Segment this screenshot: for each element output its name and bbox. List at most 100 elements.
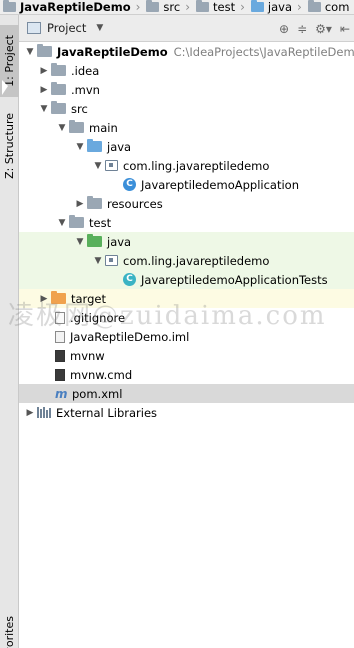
breadcrumb-item-com[interactable]: com — [305, 0, 352, 14]
chevron-down-icon[interactable]: ▼ — [96, 23, 103, 33]
chevron-right-icon[interactable]: ▶ — [37, 85, 51, 95]
tree-node-application-class[interactable]: C JavareptiledemoApplication — [19, 175, 354, 194]
chevron-down-icon[interactable]: ▼ — [73, 237, 87, 247]
folder-icon — [69, 120, 84, 133]
tree-node-label: target — [71, 291, 106, 306]
tree-node-mvn[interactable]: ▶ .mvn — [19, 80, 354, 99]
project-panel-header: Project ▼ ⊕ ≑ ⚙▾ ⇤ — [19, 15, 354, 42]
chevron-right-icon: › — [240, 0, 245, 14]
tree-node-label: .gitignore — [70, 310, 126, 325]
chevron-down-icon[interactable]: ▼ — [73, 142, 87, 152]
tree-node-label: test — [89, 215, 112, 230]
module-folder-icon — [37, 44, 52, 57]
tree-node-src[interactable]: ▼ src — [19, 99, 354, 118]
hide-icon[interactable]: ⇤ — [340, 22, 350, 36]
tree-node-label: .idea — [71, 63, 100, 78]
tree-node-label: External Libraries — [56, 405, 158, 420]
tree-node-resources[interactable]: ▶ resources — [19, 194, 354, 213]
breadcrumb: JavaReptileDemo › src › test › java › co… — [0, 0, 354, 15]
chevron-right-icon: › — [135, 0, 141, 14]
tree-node-external-libraries[interactable]: ▶ External Libraries — [19, 403, 354, 422]
tree-node-gitignore[interactable]: .gitignore — [19, 308, 354, 327]
tree-node-main-java[interactable]: ▼ java — [19, 137, 354, 156]
source-folder-icon — [87, 139, 102, 152]
gear-icon[interactable]: ⚙▾ — [315, 22, 332, 36]
folder-icon — [51, 101, 66, 114]
breadcrumb-item-project[interactable]: JavaReptileDemo — [0, 0, 133, 14]
tree-node-label: mvnw — [70, 348, 105, 363]
folder-icon — [146, 0, 160, 12]
panel-title[interactable]: Project — [47, 21, 86, 35]
tree-node-label: .mvn — [71, 82, 100, 97]
tree-node-mvnw[interactable]: mvnw — [19, 346, 354, 365]
chevron-down-icon[interactable]: ▼ — [23, 47, 37, 57]
folder-icon — [51, 63, 66, 76]
test-folder-icon — [87, 234, 102, 247]
tree-node-label: resources — [107, 196, 163, 211]
chevron-right-icon[interactable]: ▶ — [37, 294, 51, 304]
script-file-icon — [55, 349, 65, 362]
breadcrumb-item-src[interactable]: src — [143, 0, 182, 14]
collapse-icon[interactable]: ≑ — [297, 22, 307, 36]
breadcrumb-item-java[interactable]: java — [248, 0, 294, 14]
structure-tool-button[interactable]: Z: Structure — [0, 103, 19, 189]
project-tree: ▼ JavaReptileDemo C:\IdeaProjects\JavaRe… — [19, 42, 354, 422]
project-view-icon — [27, 22, 41, 34]
tree-node-pom[interactable]: m pom.xml — [19, 384, 354, 403]
breadcrumb-item-test[interactable]: test — [193, 0, 237, 14]
tree-node-test-package[interactable]: ▼ com.ling.javareptiledemo — [19, 251, 354, 270]
chevron-down-icon[interactable]: ▼ — [37, 104, 51, 114]
chevron-right-icon[interactable]: ▶ — [37, 66, 51, 76]
tree-node-label: java — [107, 139, 132, 154]
structure-tool-label: Z: Structure — [3, 113, 16, 179]
tree-node-label: main — [89, 120, 118, 135]
tree-node-main[interactable]: ▼ main — [19, 118, 354, 137]
favorites-tool-label: avorites — [3, 615, 16, 648]
package-icon — [105, 255, 118, 266]
tree-node-test[interactable]: ▼ test — [19, 213, 354, 232]
tree-node-idea[interactable]: ▶ .idea — [19, 61, 354, 80]
tree-node-path: C:\IdeaProjects\JavaReptileDemo — [173, 44, 354, 59]
breadcrumb-label: JavaReptileDemo — [20, 0, 131, 14]
tree-node-project-root[interactable]: ▼ JavaReptileDemo C:\IdeaProjects\JavaRe… — [19, 42, 354, 61]
iml-file-icon — [55, 330, 65, 343]
tree-node-label: mvnw.cmd — [70, 367, 133, 382]
chevron-down-icon[interactable]: ▼ — [91, 161, 105, 171]
chevron-down-icon[interactable]: ▼ — [91, 256, 105, 266]
tree-node-label: JavareptiledemoApplicationTests — [141, 272, 328, 287]
chevron-right-icon: › — [185, 0, 191, 14]
tool-window-stripe: 1: Project Z: Structure avorites — [0, 15, 19, 648]
package-icon — [307, 0, 321, 12]
tree-node-target[interactable]: ▶ target — [19, 289, 354, 308]
tree-node-test-java[interactable]: ▼ java — [19, 232, 354, 251]
tree-node-main-package[interactable]: ▼ com.ling.javareptiledemo — [19, 156, 354, 175]
tree-node-label: JavaReptileDemo.iml — [70, 329, 190, 344]
script-file-icon — [55, 368, 65, 381]
tree-node-label: JavareptiledemoApplication — [141, 177, 299, 192]
folder-icon — [69, 215, 84, 228]
breadcrumb-label: test — [213, 0, 236, 14]
folder-icon — [196, 0, 210, 12]
mouse-cursor-icon — [2, 80, 8, 95]
chevron-right-icon[interactable]: ▶ — [23, 408, 37, 418]
tree-node-mvnw-cmd[interactable]: mvnw.cmd — [19, 365, 354, 384]
maven-icon: m — [55, 386, 68, 401]
file-icon — [55, 311, 65, 324]
chevron-down-icon[interactable]: ▼ — [55, 218, 69, 228]
tree-node-iml[interactable]: JavaReptileDemo.iml — [19, 327, 354, 346]
panel-toolbar: ⊕ ≑ ⚙▾ ⇤ — [279, 15, 354, 42]
chevron-right-icon[interactable]: ▶ — [73, 199, 87, 209]
breadcrumb-label: src — [163, 0, 181, 14]
spring-class-icon: C — [123, 178, 136, 191]
tree-node-label: src — [71, 101, 88, 116]
folder-icon — [3, 0, 16, 12]
breadcrumb-label: com — [324, 0, 350, 14]
excluded-folder-icon — [51, 291, 66, 304]
tree-node-label: com.ling.javareptiledemo — [123, 158, 270, 173]
chevron-down-icon[interactable]: ▼ — [55, 123, 69, 133]
favorites-tool-button[interactable]: avorites — [0, 613, 19, 648]
target-icon[interactable]: ⊕ — [279, 22, 289, 36]
tree-node-tests-class[interactable]: C JavareptiledemoApplicationTests — [19, 270, 354, 289]
folder-icon — [51, 82, 66, 95]
tree-node-label: com.ling.javareptiledemo — [123, 253, 270, 268]
